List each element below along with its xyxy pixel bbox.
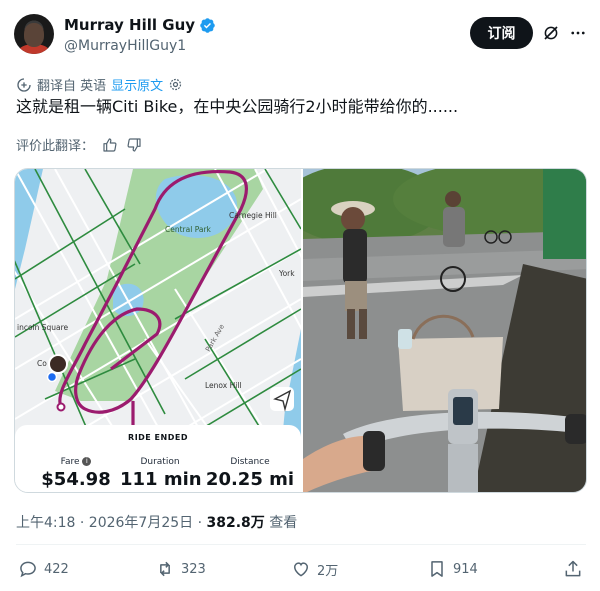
- ride-map-image[interactable]: Central Park Carnegie Hill York incoln S…: [15, 169, 301, 492]
- duration-label: Duration: [140, 457, 180, 467]
- verified-badge-icon: [200, 17, 215, 33]
- fare-label: Fare: [60, 457, 80, 467]
- reply-count: 422: [44, 561, 69, 577]
- thumbs-up-icon[interactable]: [102, 137, 118, 153]
- park-scene-illustration: [303, 169, 586, 492]
- like-button[interactable]: 2万: [291, 559, 338, 579]
- grok-icon[interactable]: [542, 24, 560, 42]
- share-button[interactable]: [563, 559, 583, 579]
- author-display-name[interactable]: Murray Hill Guy: [64, 16, 195, 34]
- views-count: 382.8万: [206, 515, 265, 531]
- thumbs-down-icon[interactable]: [126, 137, 142, 153]
- map-label-columbus: Co: [37, 359, 47, 368]
- distance-label: Distance: [230, 457, 270, 467]
- duration-stat: Duration 111 min: [120, 457, 202, 490]
- tweet-meta: 上午4:18 · 2026年7月25日 · 382.8万 查看: [16, 512, 297, 532]
- more-options-icon[interactable]: [569, 24, 587, 42]
- fare-value: $54.98: [41, 469, 111, 490]
- map-label-lincoln-square: incoln Square: [17, 323, 69, 332]
- views-label: 查看: [264, 515, 298, 531]
- distance-value: 20.25 mi: [205, 469, 295, 490]
- translated-from-label: 翻译自 英语: [37, 79, 107, 94]
- retweet-count: 323: [181, 561, 206, 577]
- bookmark-count: 914: [453, 561, 478, 577]
- author-name-row[interactable]: Murray Hill Guy: [64, 16, 216, 34]
- user-avatar-pin: [48, 354, 68, 374]
- distance-stat: Distance 20.25 mi: [205, 457, 295, 490]
- gear-icon[interactable]: [168, 77, 183, 92]
- duration-value: 111 min: [120, 469, 202, 490]
- fare-stat: Fare i $54.98: [37, 457, 115, 490]
- divider: [16, 544, 586, 545]
- rate-translation-label: 评价此翻译：: [16, 139, 95, 154]
- avatar-face: [24, 23, 44, 47]
- tweet-text: 这就是租一辆Citi Bike，在中央公园骑行2小时能带给你的......: [16, 97, 459, 116]
- subscribe-button[interactable]: 订阅: [470, 17, 533, 49]
- current-location-dot: [46, 371, 58, 383]
- author-handle[interactable]: @MurrayHillGuy1: [64, 38, 186, 54]
- retweet-icon: [160, 561, 170, 577]
- map-label-yorkville: York: [279, 269, 295, 278]
- avatar[interactable]: [14, 14, 54, 54]
- show-original-link[interactable]: 显示原文: [111, 75, 163, 94]
- bookmark-button[interactable]: 914: [427, 559, 478, 579]
- map-label-lenox-hill: Lenox Hill: [205, 381, 242, 390]
- like-count: 2万: [317, 563, 339, 579]
- map-label-central-park: Central Park: [165, 225, 211, 234]
- translation-bar: 翻译自 英语 显示原文: [16, 75, 183, 94]
- timestamp[interactable]: 上午4:18 · 2026年7月25日 ·: [16, 515, 207, 531]
- heart-icon: [293, 562, 309, 577]
- map-label-carnegie-hill: Carnegie Hill: [229, 211, 277, 220]
- reply-icon: [20, 561, 36, 578]
- retweet-button[interactable]: 323: [155, 559, 206, 579]
- route-end-marker: [56, 402, 66, 412]
- share-icon: [565, 560, 581, 577]
- ride-status: RIDE ENDED: [128, 433, 188, 442]
- translate-icon: [17, 77, 31, 92]
- rate-translation-row: 评价此翻译：: [16, 135, 142, 154]
- bookmark-icon: [431, 561, 443, 577]
- info-icon[interactable]: i: [82, 457, 92, 466]
- ride-summary-card: RIDE ENDED Fare i $54.98 Duration 111 mi…: [15, 425, 301, 492]
- kiosk: [543, 169, 586, 259]
- tweet-media[interactable]: Central Park Carnegie Hill York incoln S…: [14, 168, 587, 493]
- central-park-photo[interactable]: [303, 169, 586, 492]
- reply-button[interactable]: 422: [18, 559, 69, 579]
